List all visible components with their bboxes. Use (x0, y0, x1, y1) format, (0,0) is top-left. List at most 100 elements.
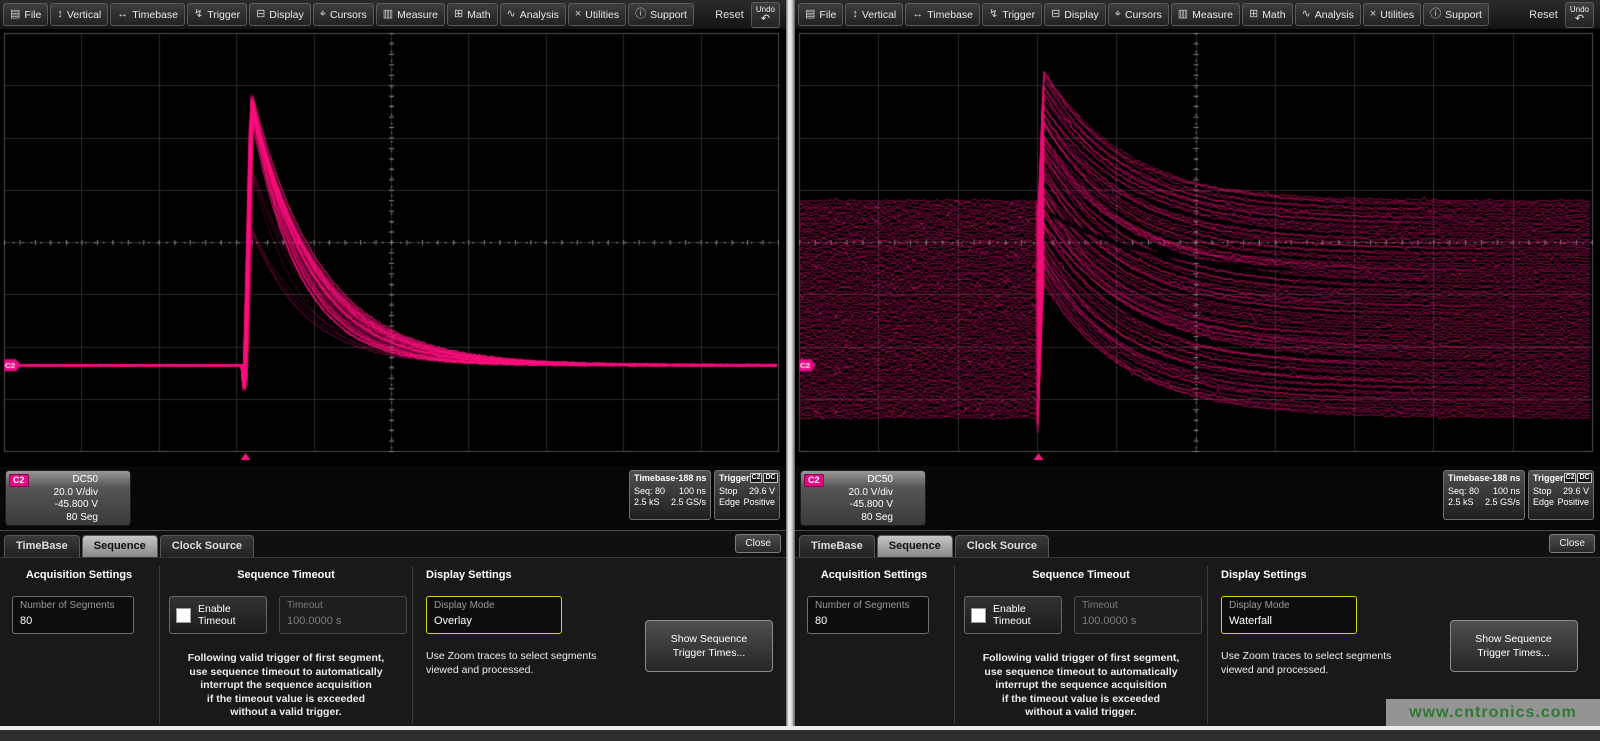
display-settings-note: Use Zoom traces to select segments viewe… (1221, 650, 1431, 677)
waveform-area (0, 30, 786, 466)
menu-display[interactable]: ⊟Display (1044, 3, 1106, 26)
menu-buttons: ▤File ↕Vertical ↔Timebase ↯Trigger ⊟Disp… (3, 3, 696, 26)
note-line: viewed and processed. (426, 664, 636, 678)
show-sequence-trigger-times-button[interactable]: Show Sequence Trigger Times... (1450, 620, 1578, 672)
waveform-display[interactable] (0, 30, 786, 466)
tab-timebase[interactable]: TimeBase (799, 535, 875, 557)
waveform-area (795, 30, 1600, 466)
menu-measure[interactable]: ▥Measure (376, 3, 445, 26)
timebase-dialog: TimeBase Sequence Clock Source Close Acq… (0, 530, 786, 726)
menu-label: Support (650, 9, 687, 21)
channel-segments: 80 Seg (6, 512, 98, 525)
timebase-summary[interactable]: Timebase-188 ns Seq: 80100 ns 2.5 kS2.5 … (629, 470, 711, 520)
support-icon: ⓘ (1430, 9, 1441, 20)
menu-label: Analysis (520, 9, 559, 21)
sequence-timeout-note: Following valid trigger of first segment… (960, 652, 1202, 720)
menu-bar: ▤File ↕Vertical ↔Timebase ↯Trigger ⊟Disp… (0, 0, 786, 30)
trigger-title: Trigger (1533, 473, 1564, 483)
timebase-title: Timebase (634, 473, 675, 483)
field-label: Display Mode (1229, 600, 1349, 612)
right-scope-panel: ▤File ↕Vertical ↔Timebase ↯Trigger ⊟Disp… (795, 0, 1600, 726)
menu-cursors[interactable]: ⌖Cursors (1108, 3, 1169, 26)
menu-trigger[interactable]: ↯Trigger (982, 3, 1042, 26)
timebase-summary[interactable]: Timebase-188 ns Seq: 80100 ns 2.5 kS2.5 … (1443, 470, 1525, 520)
enable-timeout-checkbox[interactable]: Enable Timeout (964, 596, 1062, 634)
number-of-segments-field[interactable]: Number of Segments 80 (807, 596, 929, 634)
undo-button[interactable]: Undo ↶ (1565, 2, 1594, 28)
timebase-icon: ↔ (912, 9, 923, 20)
reset-button[interactable]: Reset (715, 9, 744, 21)
tab-clock-source[interactable]: Clock Source (955, 535, 1049, 557)
section-divider (412, 566, 413, 724)
menu-utilities[interactable]: ×Utilities (568, 3, 626, 26)
section-divider (159, 566, 160, 724)
menu-file[interactable]: ▤File (798, 3, 843, 26)
note-line: use sequence timeout to automatically (960, 666, 1202, 680)
reset-button[interactable]: Reset (1529, 9, 1558, 21)
tab-sequence[interactable]: Sequence (82, 535, 158, 557)
sequence-timeout-section: Sequence Timeout Enable Timeout Timeout … (165, 564, 407, 726)
menu-trigger[interactable]: ↯Trigger (187, 3, 247, 26)
note-line: Following valid trigger of first segment… (960, 652, 1202, 666)
cursors-icon: ⌖ (1115, 9, 1121, 20)
field-label: Number of Segments (20, 600, 126, 612)
display-mode-select[interactable]: Display Mode Overlay (426, 596, 562, 634)
sequence-timeout-note: Following valid trigger of first segment… (165, 652, 407, 720)
menu-analysis[interactable]: ∿Analysis (500, 3, 566, 26)
sequence-tab-content: Acquisition Settings Number of Segments … (0, 558, 786, 726)
trigger-type: Edge (719, 497, 740, 508)
enable-timeout-checkbox[interactable]: Enable Timeout (169, 596, 267, 634)
show-sequence-trigger-times-button[interactable]: Show Sequence Trigger Times... (645, 620, 773, 672)
trigger-summary[interactable]: Trigger C2DC Stop29.6 V EdgePositive (714, 470, 780, 520)
undo-button[interactable]: Undo ↶ (751, 2, 780, 28)
menu-cursors[interactable]: ⌖Cursors (313, 3, 374, 26)
field-value: 100.0000 s (287, 615, 399, 627)
watermark: www.cntronics.com (1386, 699, 1600, 726)
enable-word: Enable (993, 603, 1031, 615)
menu-label: Measure (1192, 9, 1233, 21)
channel-descriptor-c2[interactable]: C2 DC50 20.0 V/div -45.800 V 80 Seg (800, 470, 926, 526)
menu-support[interactable]: ⓘSupport (628, 3, 694, 26)
tab-clock-source[interactable]: Clock Source (160, 535, 254, 557)
channel-descriptor-c2[interactable]: C2 DC50 20.0 V/div -45.800 V 80 Seg (5, 470, 131, 526)
measure-icon: ▥ (1178, 9, 1188, 20)
display-icon: ⊟ (256, 9, 265, 20)
menu-math[interactable]: ⊞Math (447, 3, 498, 26)
field-label: Number of Segments (815, 600, 921, 612)
menu-timebase[interactable]: ↔Timebase (905, 3, 980, 26)
tab-timebase[interactable]: TimeBase (4, 535, 80, 557)
waveform-display[interactable] (795, 30, 1600, 466)
timeout-word: Timeout (198, 615, 236, 627)
tab-sequence[interactable]: Sequence (877, 535, 953, 557)
menu-display[interactable]: ⊟Display (249, 3, 311, 26)
menu-vertical[interactable]: ↕Vertical (50, 3, 108, 26)
menu-support[interactable]: ⓘSupport (1423, 3, 1489, 26)
trigger-source-badge: C2 (1564, 473, 1577, 483)
menu-timebase[interactable]: ↔Timebase (110, 3, 185, 26)
timebase-title: Timebase (1448, 473, 1489, 483)
trigger-source-badge: C2 (750, 473, 763, 483)
acquisition-settings-heading: Acquisition Settings (4, 569, 154, 581)
close-button[interactable]: Close (735, 534, 781, 553)
channel-segments: 80 Seg (801, 512, 893, 525)
timeout-value-field[interactable]: Timeout 100.0000 s (1074, 596, 1202, 634)
field-label: Display Mode (434, 600, 554, 612)
display-mode-select[interactable]: Display Mode Waterfall (1221, 596, 1357, 634)
sequence-timeout-heading: Sequence Timeout (165, 569, 407, 581)
menu-math[interactable]: ⊞Math (1242, 3, 1293, 26)
menu-utilities[interactable]: ×Utilities (1363, 3, 1421, 26)
menu-file[interactable]: ▤File (3, 3, 48, 26)
timeout-value-field[interactable]: Timeout 100.0000 s (279, 596, 407, 634)
menu-label: Trigger (1002, 9, 1035, 21)
menu-vertical[interactable]: ↕Vertical (845, 3, 903, 26)
menu-label: Vertical (862, 9, 896, 21)
menu-measure[interactable]: ▥ Measure (1171, 3, 1240, 26)
trigger-summary[interactable]: Trigger C2DC Stop29.6 V EdgePositive (1528, 470, 1594, 520)
trigger-slope: Positive (1557, 497, 1589, 508)
menu-analysis[interactable]: ∿Analysis (1295, 3, 1361, 26)
panel-divider (786, 0, 795, 726)
note-line: viewed and processed. (1221, 664, 1431, 678)
trigger-source-badges: C2DC (1564, 473, 1592, 483)
close-button[interactable]: Close (1549, 534, 1595, 553)
number-of-segments-field[interactable]: Number of Segments 80 (12, 596, 134, 634)
